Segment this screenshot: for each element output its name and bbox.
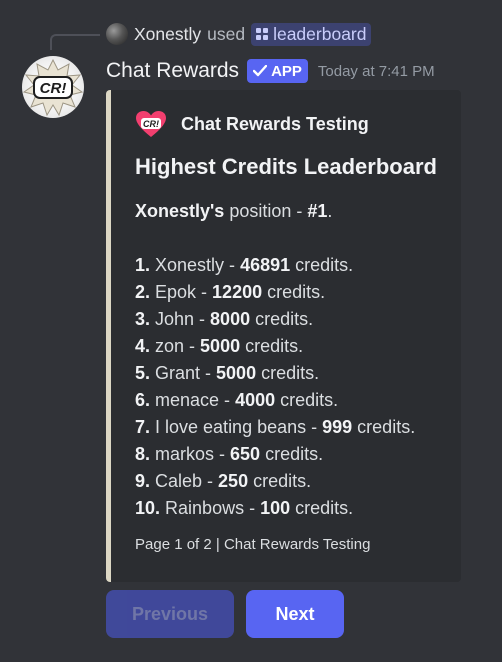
- entry-credits: 5000: [200, 336, 241, 356]
- entry-suffix: credits.: [248, 471, 312, 491]
- leaderboard-entry: 6. menace - 4000 credits.: [135, 387, 465, 414]
- avatar-text: CR!: [40, 80, 67, 97]
- leaderboard-entry: 2. Epok - 12200 credits.: [135, 279, 465, 306]
- entry-rank: 8.: [135, 444, 151, 464]
- entry-rank: 1.: [135, 255, 151, 275]
- entry-rank: 10.: [135, 498, 161, 518]
- position-text: position -: [224, 201, 308, 221]
- entry-name: Grant -: [150, 363, 217, 383]
- entry-credits: 650: [230, 444, 261, 464]
- entry-suffix: credits.: [290, 498, 354, 518]
- entry-credits: 12200: [212, 282, 263, 302]
- previous-button[interactable]: Previous: [106, 590, 234, 638]
- entry-name: markos -: [150, 444, 231, 464]
- entry-rank: 9.: [135, 471, 151, 491]
- entry-rank: 3.: [135, 309, 151, 329]
- user-position-line: Xonestly's position - #1.: [135, 198, 465, 225]
- entry-credits: 4000: [235, 390, 276, 410]
- command-mention[interactable]: leaderboard: [251, 22, 372, 46]
- reply-used-text: used: [207, 23, 246, 44]
- leaderboard-entry: 4. zon - 5000 credits.: [135, 333, 465, 360]
- entry-suffix: credits.: [290, 255, 354, 275]
- entry-name: Caleb -: [150, 471, 219, 491]
- entry-name: Rainbows -: [160, 498, 261, 518]
- slash-command-icon: [256, 28, 269, 40]
- entry-rank: 6.: [135, 390, 151, 410]
- checkmark-icon: [253, 65, 268, 77]
- entry-suffix: credits.: [275, 390, 339, 410]
- user-avatar[interactable]: [106, 23, 128, 45]
- message-timestamp: Today at 7:41 PM: [317, 62, 435, 80]
- leaderboard-entry: 1. Xonestly - 46891 credits.: [135, 252, 465, 279]
- leaderboard-entry: 5. Grant - 5000 credits.: [135, 360, 465, 387]
- entry-name: menace -: [150, 390, 236, 410]
- entry-rank: 7.: [135, 417, 151, 437]
- position-rank: #1: [307, 201, 328, 221]
- heart-logo-icon: CR!: [135, 110, 167, 138]
- app-badge-label: APP: [271, 62, 302, 80]
- entry-name: I love eating beans -: [150, 417, 323, 437]
- command-name: leaderboard: [273, 23, 367, 44]
- bot-avatar[interactable]: CR!: [22, 56, 84, 118]
- reply-context: Xonestly used leaderboard: [106, 22, 372, 46]
- cr-logo-icon: CR!: [22, 58, 84, 117]
- entry-suffix: credits.: [256, 363, 320, 383]
- entry-suffix: credits.: [262, 282, 326, 302]
- message-header: Chat Rewards APP Today at 7:41 PM: [106, 56, 435, 86]
- embed-author: CR! Chat Rewards Testing: [135, 110, 369, 138]
- position-end: .: [327, 201, 333, 221]
- reply-connector-line: [50, 34, 100, 50]
- entry-credits: 46891: [240, 255, 291, 275]
- entry-suffix: credits.: [260, 444, 324, 464]
- entry-name: John -: [150, 309, 211, 329]
- next-button[interactable]: Next: [246, 590, 344, 638]
- app-badge: APP: [247, 59, 308, 83]
- entry-credits: 100: [260, 498, 291, 518]
- embed-description: Xonestly's position - #1. 1. Xonestly - …: [135, 198, 465, 522]
- leaderboard-entry: 9. Caleb - 250 credits.: [135, 468, 465, 495]
- position-user: Xonestly's: [135, 201, 225, 221]
- entry-name: Xonestly -: [150, 255, 241, 275]
- entry-credits: 999: [322, 417, 353, 437]
- entry-rank: 4.: [135, 336, 151, 356]
- embed-title: Highest Credits Leaderboard: [135, 154, 437, 179]
- embed-footer: Page 1 of 2 | Chat Rewards Testing: [135, 536, 371, 553]
- embed-author-name: Chat Rewards Testing: [181, 113, 369, 134]
- leaderboard-entry: 10. Rainbows - 100 credits.: [135, 495, 465, 522]
- leaderboard-entry: 7. I love eating beans - 999 credits.: [135, 414, 465, 441]
- entry-rank: 2.: [135, 282, 151, 302]
- leaderboard-entry: 8. markos - 650 credits.: [135, 441, 465, 468]
- entry-name: Epok -: [150, 282, 213, 302]
- bot-name[interactable]: Chat Rewards: [106, 59, 239, 83]
- entry-suffix: credits.: [240, 336, 304, 356]
- entry-suffix: credits.: [352, 417, 416, 437]
- entry-credits: 250: [218, 471, 249, 491]
- entry-credits: 8000: [210, 309, 251, 329]
- entry-suffix: credits.: [250, 309, 314, 329]
- reply-username[interactable]: Xonestly: [134, 24, 201, 45]
- leaderboard-embed: CR! Chat Rewards Testing Highest Credits…: [106, 90, 461, 582]
- leaderboard-entry: 3. John - 8000 credits.: [135, 306, 465, 333]
- entry-rank: 5.: [135, 363, 151, 383]
- entry-credits: 5000: [216, 363, 257, 383]
- author-icon-text: CR!: [143, 119, 159, 129]
- entry-name: zon -: [150, 336, 201, 356]
